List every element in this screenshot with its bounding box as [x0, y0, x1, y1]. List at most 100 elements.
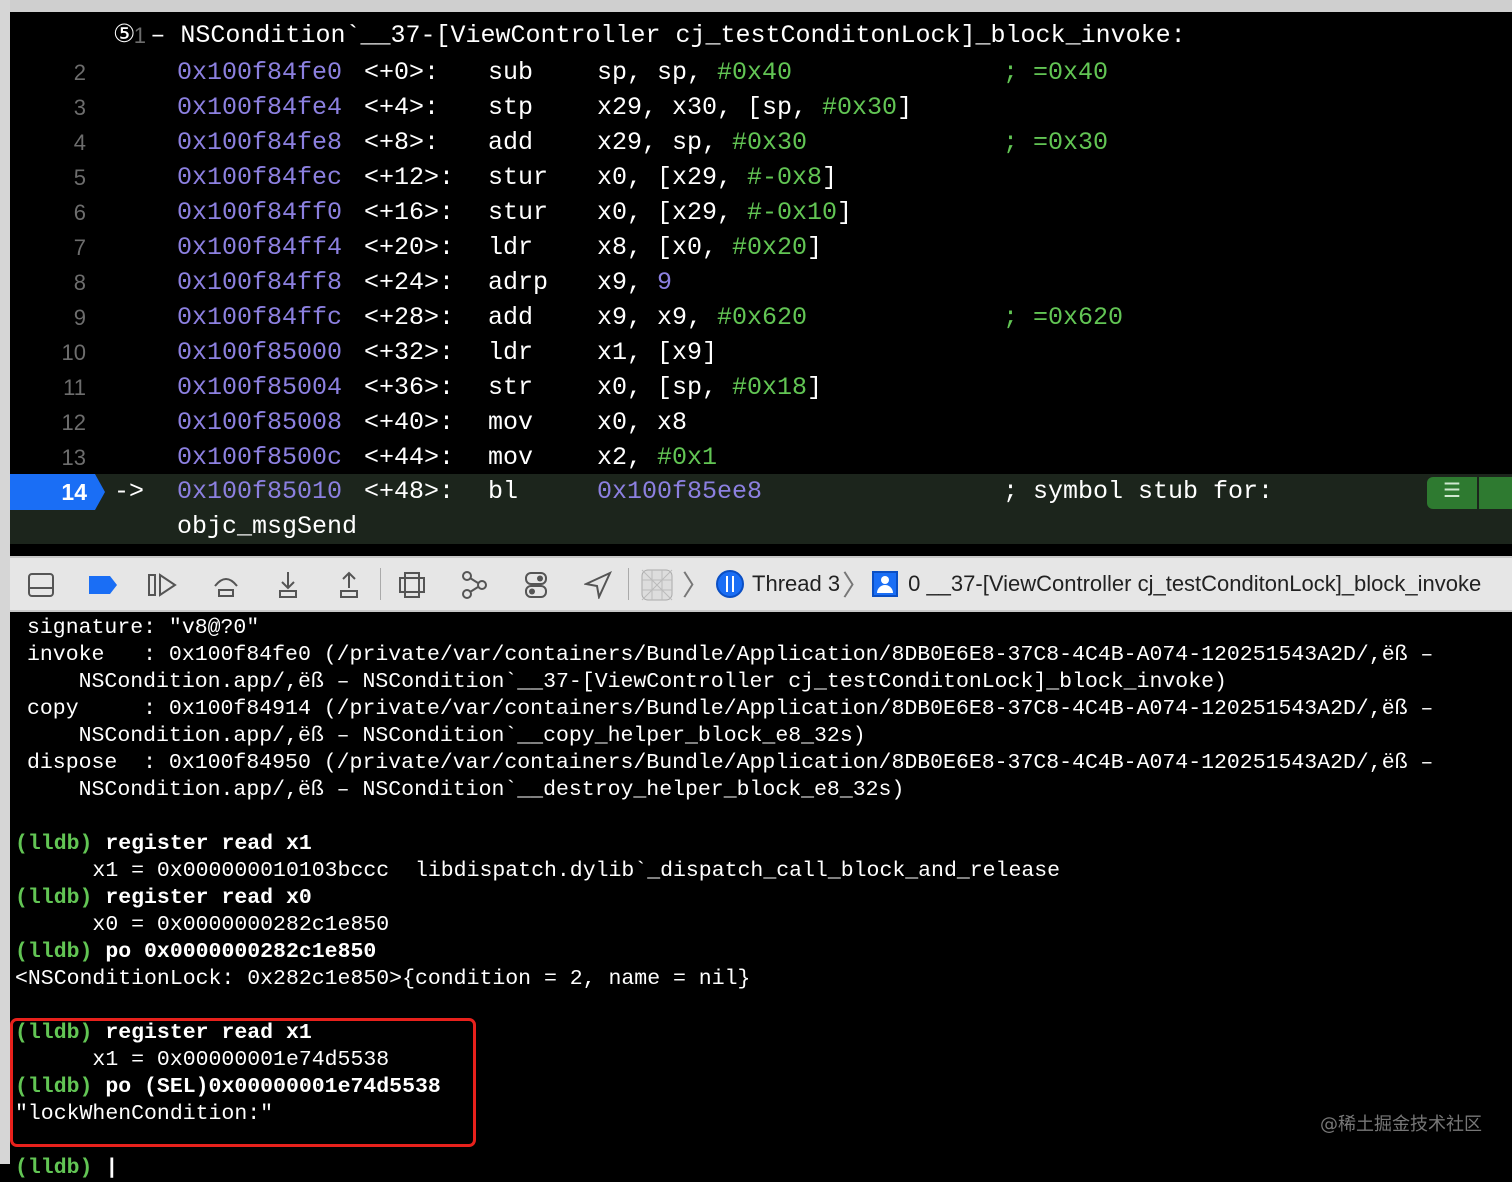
- operands-part: #0x20: [732, 233, 808, 262]
- comment: ; =0x620: [1003, 300, 1123, 335]
- address: 0x100f84fec: [177, 163, 343, 192]
- offset: <+32>:: [364, 338, 455, 367]
- operands-part: x8, [x0,: [597, 233, 733, 262]
- line-number: 11: [63, 375, 86, 400]
- step-over-icon[interactable]: [209, 568, 243, 602]
- mnemonic: add: [488, 128, 534, 157]
- address: 0x100f85004: [177, 373, 343, 402]
- hide-debug-area-icon[interactable]: [24, 568, 58, 602]
- mnemonic: sub: [488, 58, 534, 87]
- comment: ; symbol stub for:: [1003, 477, 1274, 506]
- address: 0x100f84ffc: [177, 303, 343, 332]
- offset: <+44>:: [364, 443, 455, 472]
- function-header: ⑤ – NSCondition`__37-[ViewController cj_…: [113, 21, 1186, 50]
- comment-part: ;: [1003, 58, 1034, 87]
- command-text: |: [105, 1156, 119, 1180]
- toolbar-divider: [380, 568, 381, 600]
- console-output: <NSConditionLock: 0x282c1e850>{condition…: [15, 967, 751, 991]
- chevron-right-icon: 〉: [842, 570, 871, 601]
- continue-icon[interactable]: [146, 568, 180, 602]
- line-number: 5: [73, 165, 86, 190]
- address: 0x100f84ff0: [177, 198, 343, 227]
- console-output: x1 = 0x000000010103bccc libdispatch.dyli…: [15, 859, 1061, 883]
- operands: sp, sp, #0x40: [597, 55, 792, 90]
- console-command: (lldb) po 0x0000000282c1e850: [15, 939, 376, 966]
- operands-part: ]: [822, 163, 838, 192]
- thread-badge[interactable]: [1479, 477, 1512, 509]
- operands-part: x2,: [597, 443, 658, 472]
- step-out-icon[interactable]: [332, 568, 366, 602]
- operands: x29, x30, [sp, #0x30]: [597, 90, 912, 125]
- address: 0x100f8500c: [177, 443, 343, 472]
- instruction-row: 10 0x100f85000 <+32>: ldr x1, [x9]: [10, 335, 1512, 370]
- mnemonic: add: [488, 303, 534, 332]
- simulate-location-icon[interactable]: [581, 568, 615, 602]
- operands-part: x0, [x29,: [597, 198, 748, 227]
- operands-part: sp, sp,: [597, 58, 718, 87]
- operands-part: #-0x10: [747, 198, 838, 227]
- comment-part: ;: [1003, 128, 1034, 157]
- branch-target: 0x100f85ee8: [597, 477, 763, 506]
- operands: x9, 9: [597, 265, 672, 300]
- thread-icon[interactable]: [716, 570, 745, 598]
- offset: <+16>:: [364, 198, 455, 227]
- breakpoints-toggle-icon[interactable]: [86, 568, 120, 602]
- mnemonic: adrp: [488, 268, 549, 297]
- step-into-icon[interactable]: [271, 568, 305, 602]
- instruction-row: 5 0x100f84fec <+12>: stur x0, [x29, #-0x8]: [10, 160, 1512, 195]
- breadcrumb-thread[interactable]: Thread 3: [752, 571, 840, 597]
- disassembly-view[interactable]: 1 ⑤ – NSCondition`__37-[ViewController c…: [10, 12, 1512, 556]
- operands: x0, [x29, #-0x8]: [597, 160, 837, 195]
- lldb-prompt: (lldb): [15, 832, 93, 856]
- operands-part: x29, x30, [sp,: [597, 93, 823, 122]
- offset: <+8>:: [364, 128, 440, 157]
- line-number: 13: [61, 445, 86, 470]
- instruction-row: 9 0x100f84ffc <+28>: add x9, x9, #0x620 ; =0x…: [10, 300, 1512, 335]
- offset: <+24>:: [364, 268, 455, 297]
- console-output: dispose : 0x100f84950 (/private/var/cont…: [27, 751, 1434, 775]
- operands-part: x9, x9,: [597, 303, 718, 332]
- line-number: 9: [73, 305, 86, 330]
- instruction-row: 12 0x100f85008 <+40>: mov x0, x8: [10, 405, 1512, 440]
- console-command: (lldb) |: [15, 1155, 118, 1182]
- command-text: register read x1: [105, 832, 312, 856]
- operands-part: ]: [807, 373, 823, 402]
- operands-part: #-0x8: [747, 163, 823, 192]
- environment-overrides-icon[interactable]: [519, 568, 553, 602]
- operands-part: #0x18: [732, 373, 808, 402]
- operands-part: #0x1: [657, 443, 718, 472]
- symbol-name: objc_msgSend: [177, 512, 358, 541]
- offset: <+36>:: [364, 373, 455, 402]
- comment-part: ;: [1003, 303, 1034, 332]
- instruction-row: 3 0x100f84fe4 <+4>: stp x29, x30, [sp, #0x30…: [10, 90, 1512, 125]
- view-hierarchy-icon[interactable]: [395, 568, 429, 602]
- address: 0x100f84ff8: [177, 268, 343, 297]
- address: 0x100f84ff4: [177, 233, 343, 262]
- breadcrumb-frame[interactable]: 0 __37-[ViewController cj_testConditonLo…: [908, 571, 1481, 597]
- operands: x8, [x0, #0x20]: [597, 230, 822, 265]
- operands: x2, #0x1: [597, 440, 717, 475]
- operands-part: x29, sp,: [597, 128, 733, 157]
- instruction-row: 6 0x100f84ff0 <+16>: stur x0, [x29, #-0x10]: [10, 195, 1512, 230]
- operands: x0, [sp, #0x18]: [597, 370, 822, 405]
- line-number: 6: [73, 200, 86, 225]
- operands-part: #0x620: [717, 303, 808, 332]
- instruction-row: 7 0x100f84ff4 <+20>: ldr x8, [x0, #0x20]: [10, 230, 1512, 265]
- offset: <+28>:: [364, 303, 455, 332]
- toolbar-divider: [628, 568, 629, 600]
- offset: <+12>:: [364, 163, 455, 192]
- lldb-console[interactable]: signature: "v8@?0" invoke : 0x100f84fe0 (…: [10, 612, 1512, 1180]
- operands-part: ]: [897, 93, 913, 122]
- console-output: invoke : 0x100f84fe0 (/private/var/conta…: [27, 643, 1434, 667]
- lldb-prompt: (lldb): [15, 940, 93, 964]
- mnemonic: stur: [488, 198, 549, 227]
- console-output: NSCondition.app/,ëß – NSCondition`__37-[…: [27, 670, 1227, 694]
- line-number: 2: [73, 60, 86, 85]
- address: 0x100f84fe8: [177, 128, 343, 157]
- memory-graph-icon[interactable]: [457, 568, 491, 602]
- operands-part: 9: [657, 268, 673, 297]
- console-output: copy : 0x100f84914 (/private/var/contain…: [27, 697, 1434, 721]
- instruction-row: 13 0x100f8500c <+44>: mov x2, #0x1: [10, 440, 1512, 475]
- offset: <+20>:: [364, 233, 455, 262]
- lines-icon[interactable]: ☰: [1427, 477, 1477, 509]
